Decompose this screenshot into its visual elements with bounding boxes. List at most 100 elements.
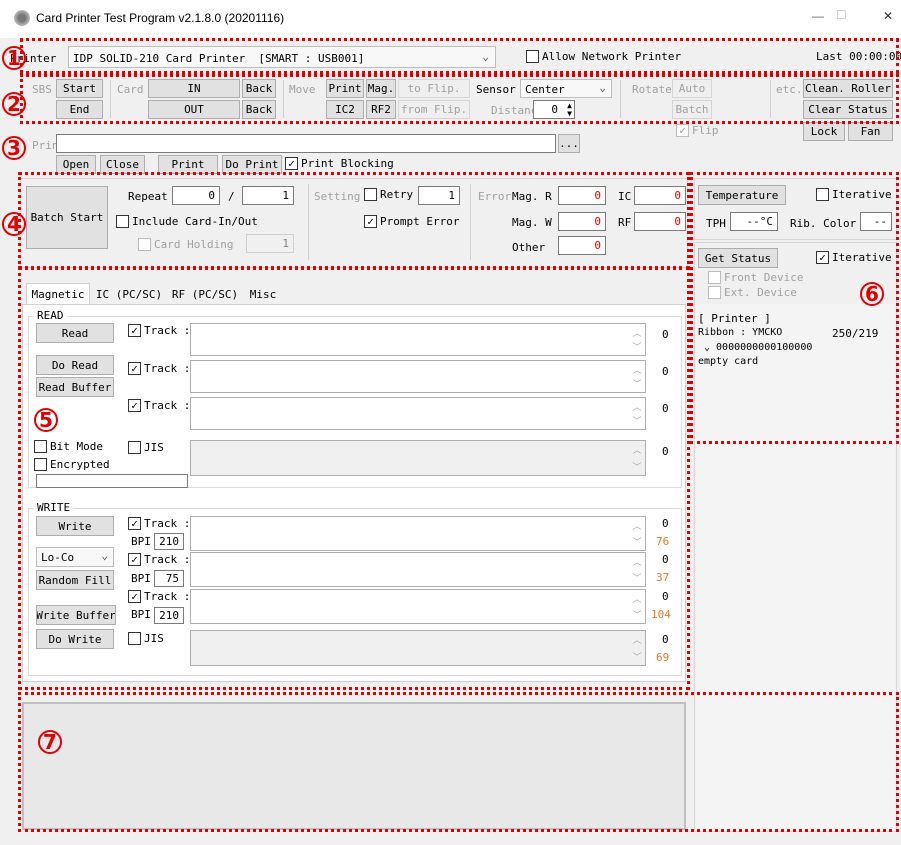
card-in-button[interactable]: IN (148, 79, 240, 98)
minimize-button[interactable]: — (812, 9, 824, 23)
bpi-track2-input[interactable]: 75 (154, 570, 184, 587)
write-track3-text[interactable]: ︿ ﹀ (190, 589, 646, 624)
lock-button[interactable]: Lock (803, 122, 845, 141)
print-file-input[interactable] (56, 134, 556, 153)
move-label: Move (289, 83, 316, 96)
repeat-total-input[interactable]: 1 (242, 186, 294, 205)
tab-ic-pcsc[interactable]: IC (PC/SC) (92, 283, 166, 305)
card-back-button-1[interactable]: Back (242, 79, 276, 98)
to-flip-button[interactable]: to Flip. (398, 79, 470, 98)
read-group-label: READ (34, 309, 67, 322)
scrollbar[interactable]: ︿ ﹀ (629, 590, 645, 623)
retry-input[interactable]: 1 (418, 186, 460, 205)
tab-magnetic[interactable]: Magnetic (26, 283, 90, 305)
read-jis-text[interactable]: ︿ ﹀ (190, 440, 646, 476)
random-fill-button[interactable]: Random Fill (36, 570, 114, 590)
read-track2-checkbox[interactable]: ✓ Track : (128, 362, 190, 375)
sbs-end-button[interactable]: End (56, 100, 103, 119)
ext-device-checkbox[interactable]: Ext. Device (708, 286, 797, 299)
scrollbar[interactable]: ︿ ﹀ (629, 361, 645, 392)
write-track1-text[interactable]: ︿ ﹀ (190, 516, 646, 551)
tab-rf-pcsc[interactable]: RF (PC/SC) (168, 283, 242, 305)
write-track2-checkbox[interactable]: ✓ Track : (128, 553, 190, 566)
card-holding-checkbox[interactable]: Card Holding (138, 238, 233, 251)
card-holding-input[interactable]: 1 (246, 234, 294, 253)
get-status-button[interactable]: Get Status (698, 248, 778, 268)
status-iterative-checkbox[interactable]: ✓ Iterative (816, 251, 892, 264)
write-track1-checkbox[interactable]: ✓ Track : (128, 517, 190, 530)
track-label: Track (144, 362, 178, 375)
retry-checkbox[interactable]: Retry (364, 188, 413, 201)
iterative-label: Iterative (832, 251, 892, 264)
read-jis-checkbox[interactable]: JIS (128, 441, 164, 454)
write-track2-count: 0 (662, 553, 669, 566)
write-jis-checkbox[interactable]: JIS (128, 632, 164, 645)
move-ic2-button[interactable]: IC2 (326, 100, 364, 119)
bit-mode-checkbox[interactable]: Bit Mode (34, 440, 103, 453)
sbs-start-button[interactable]: Start (56, 79, 103, 98)
maximize-button[interactable]: ☐ (836, 8, 847, 22)
sensor-label: Sensor (476, 83, 516, 96)
loco-select[interactable]: Lo-Co ⌄ (36, 547, 114, 567)
scrollbar[interactable]: ︿ ﹀ (629, 398, 645, 429)
bpi-track3-input[interactable]: 210 (154, 607, 184, 624)
write-jis-limit: 69 (656, 651, 670, 664)
do-read-button[interactable]: Do Read (36, 355, 114, 375)
print-blocking-checkbox[interactable]: ✓ Print Blocking (285, 157, 394, 170)
spin-arrows-icon[interactable]: ▲ ▼ (567, 102, 572, 118)
temperature-button[interactable]: Temperature (698, 185, 786, 205)
printer-select[interactable]: IDP SOLID-210 Card Printer [SMART : USB0… (68, 46, 496, 68)
read-track3-checkbox[interactable]: ✓ Track : (128, 399, 190, 412)
track-label: Track (144, 324, 178, 337)
browse-button[interactable]: ... (558, 134, 580, 153)
clear-status-button[interactable]: Clear Status (803, 100, 893, 119)
scrollbar[interactable]: ︿ ﹀ (629, 324, 645, 355)
scrollbar[interactable]: ︿ ﹀ (629, 441, 645, 475)
print-button[interactable]: Print (158, 155, 218, 174)
from-flip-button[interactable]: from Flip. (398, 100, 470, 119)
read-button[interactable]: Read (36, 323, 114, 343)
rotate-batch-button[interactable]: Batch (672, 100, 712, 119)
temperature-iterative-checkbox[interactable]: Iterative (816, 188, 892, 201)
distance-stepper[interactable]: 0 ▲ ▼ (533, 100, 575, 119)
front-device-checkbox[interactable]: Front Device (708, 271, 803, 284)
include-card-label: Include Card-In/Out (132, 215, 258, 228)
read-track1-text[interactable]: ︿ ﹀ (190, 323, 646, 356)
close-button[interactable]: ✕ (883, 9, 893, 23)
write-button[interactable]: Write (36, 516, 114, 536)
bpi-track1-input[interactable]: 210 (154, 533, 184, 550)
rotate-auto-button[interactable]: Auto (672, 79, 712, 98)
move-mag-button[interactable]: Mag. (366, 79, 396, 98)
read-track2-text[interactable]: ︿ ﹀ (190, 360, 646, 393)
flip-checkbox[interactable]: ✓ Flip (676, 124, 719, 137)
card-back-button-2[interactable]: Back (242, 100, 276, 119)
include-card-checkbox[interactable]: Include Card-In/Out (116, 215, 258, 228)
read-buffer-button[interactable]: Read Buffer (36, 377, 114, 397)
close-file-button[interactable]: Close (100, 155, 145, 174)
batch-start-button[interactable]: Batch Start (26, 186, 108, 249)
clean-roller-button[interactable]: Clean. Roller (803, 79, 893, 98)
write-track3-checkbox[interactable]: ✓ Track : (128, 590, 190, 603)
do-print-button[interactable]: Do Print (222, 155, 282, 174)
write-track2-text[interactable]: ︿ ﹀ (190, 552, 646, 587)
allow-network-checkbox[interactable]: Allow Network Printer (526, 50, 681, 63)
do-write-button[interactable]: Do Write (36, 629, 114, 649)
open-button[interactable]: Open (56, 155, 96, 174)
card-out-button[interactable]: OUT (148, 100, 240, 119)
tab-misc[interactable]: Misc (244, 283, 282, 305)
sensor-select[interactable]: Center ⌄ (520, 79, 612, 98)
write-buffer-button[interactable]: Write Buffer (36, 605, 116, 625)
fan-button[interactable]: Fan (848, 122, 893, 141)
scrollbar[interactable]: ︿ ﹀ (629, 631, 645, 665)
read-track1-checkbox[interactable]: ✓ Track : (128, 324, 190, 337)
move-rf2-button[interactable]: RF2 (366, 100, 396, 119)
encrypted-checkbox[interactable]: Encrypted (34, 458, 110, 471)
encrypted-key-input[interactable] (36, 474, 188, 488)
read-track3-text[interactable]: ︿ ﹀ (190, 397, 646, 430)
repeat-label: Repeat (128, 190, 168, 203)
write-jis-text[interactable]: ︿ ﹀ (190, 630, 646, 666)
scrollbar[interactable]: ︿ ﹀ (629, 517, 645, 550)
prompt-error-checkbox[interactable]: ✓ Prompt Error (364, 215, 459, 228)
move-print-button[interactable]: Print (326, 79, 364, 98)
scrollbar[interactable]: ︿ ﹀ (629, 553, 645, 586)
